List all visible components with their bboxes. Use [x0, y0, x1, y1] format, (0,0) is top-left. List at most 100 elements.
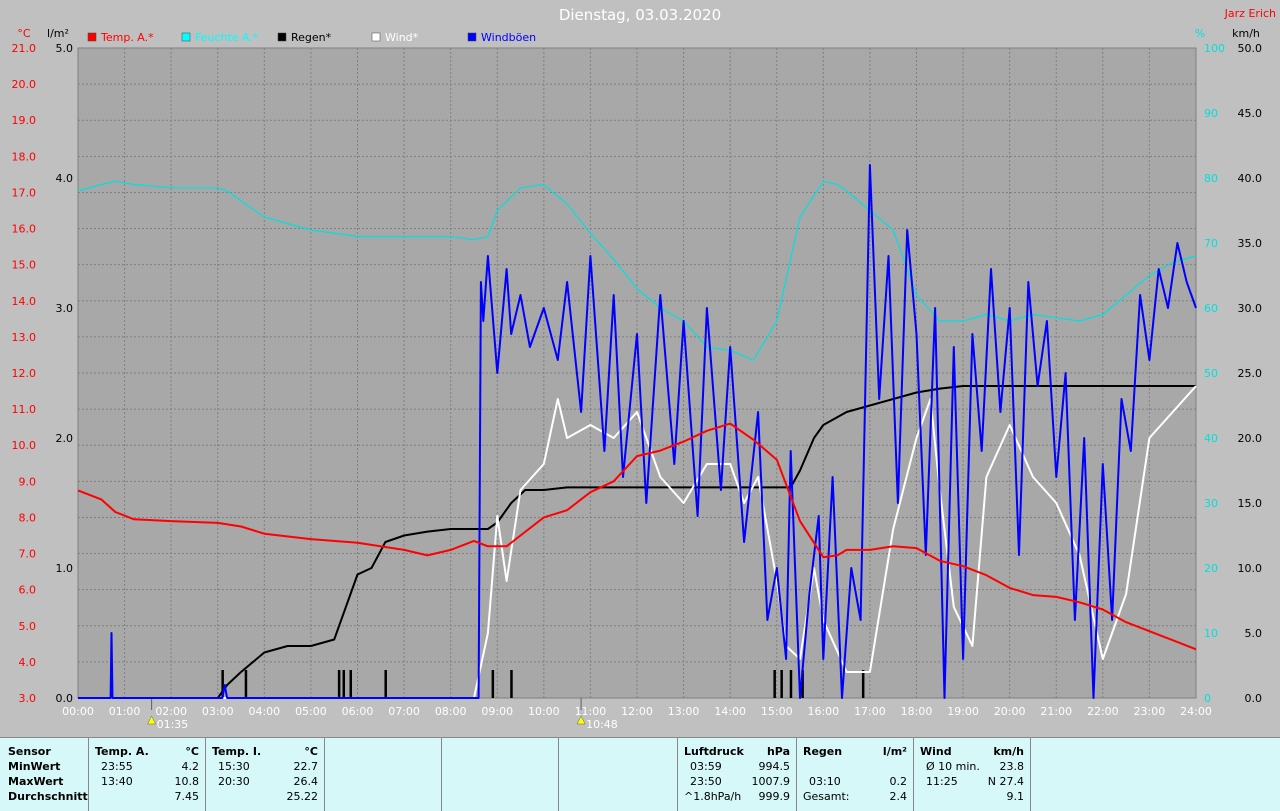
wind-tick-label: 20.0 [1238, 432, 1263, 445]
x-tick-label: 21:00 [1040, 705, 1072, 718]
wind-unit-label: km/h [1232, 27, 1260, 40]
legend-label: Feuchte A.* [195, 31, 259, 44]
temp-tick-label: 17.0 [12, 186, 37, 199]
wind-tick-label: 25.0 [1238, 367, 1263, 380]
temp-tick-label: 12.0 [12, 367, 37, 380]
temp-tick-label: 21.0 [12, 42, 37, 55]
rain-bar [773, 670, 776, 698]
rain-bar [337, 670, 341, 698]
stats-empty-col-2 [442, 738, 559, 811]
stats-rain-title: Regen [803, 745, 843, 758]
stats-rain-col: Regen l/m² 03:10 0.2 Gesamt: 2.4 [797, 738, 914, 811]
stats-rain-max: 0.2 [889, 775, 908, 788]
wind-tick-label: 5.0 [1245, 627, 1263, 640]
x-tick-label: 18:00 [901, 705, 933, 718]
stats-pressure-unit: hPa [766, 745, 790, 758]
humidity-tick-label: 90 [1204, 107, 1218, 120]
stats-wind-avg: 9.1 [1006, 790, 1025, 803]
humidity-tick-label: 80 [1204, 172, 1218, 185]
wind-tick-label: 30.0 [1238, 302, 1263, 315]
legend-swatch [181, 32, 191, 42]
wind-tick-label: 45.0 [1238, 107, 1263, 120]
temp-tick-label: 9.0 [19, 475, 37, 488]
stats-pressure-col: Luftdruck hPa 03:59 994.5 23:50 1007.9 ^… [678, 738, 797, 811]
legend-swatch [277, 32, 287, 42]
stats-rain-total-label: Gesamt: [803, 790, 850, 803]
stats-temp-i-max: 26.4 [293, 775, 319, 788]
humidity-tick-label: 30 [1204, 497, 1218, 510]
chart-title: Dienstag, 03.03.2020 [559, 6, 721, 24]
x-tick-label: 09:00 [481, 705, 513, 718]
temp-tick-label: 10.0 [12, 439, 37, 452]
x-tick-label: 04:00 [248, 705, 280, 718]
stats-temp-a-max: 10.8 [174, 775, 200, 788]
x-tick-label: 01:00 [109, 705, 141, 718]
x-tick-label: 13:00 [668, 705, 700, 718]
rain-bar [861, 670, 865, 698]
rain-bar [780, 670, 783, 698]
rain-bar [342, 670, 346, 698]
stats-temp-i-unit: °C [304, 745, 318, 758]
x-tick-label: 24:00 [1180, 705, 1212, 718]
temp-tick-label: 13.0 [12, 331, 37, 344]
rain-bar [384, 670, 387, 698]
weather-chart: Dienstag, 03.03.2020 Jarz Erich °C l/m² … [0, 0, 1280, 737]
humidity-tick-label: 70 [1204, 237, 1218, 250]
x-tick-label: 17:00 [854, 705, 886, 718]
stats-rain-total: 2.4 [889, 790, 908, 803]
stats-wind-max-time: 11:25 [926, 775, 958, 788]
temp-tick-label: 16.0 [12, 223, 37, 236]
stats-temp-a-avg: 7.45 [174, 790, 200, 803]
wind-tick-label: 0.0 [1245, 692, 1263, 705]
legend-label: Wind* [385, 31, 419, 44]
stats-rain-unit: l/m² [882, 745, 907, 758]
humidity-tick-label: 100 [1204, 42, 1225, 55]
stats-pressure-trend: ^1.8hPa/h [684, 790, 742, 803]
stats-temp-i-title: Temp. I. [212, 745, 262, 758]
stats-temp-a-col: Temp. A. °C 23:55 4.2 13:40 10.8 7.45 [89, 738, 206, 811]
stats-pressure-max-time: 23:50 [690, 775, 722, 788]
temp-tick-label: 20.0 [12, 78, 37, 91]
rain-tick-label: 1.0 [56, 562, 74, 575]
stats-sensor-title: Sensor [8, 745, 51, 758]
rain-bar [349, 670, 353, 698]
temp-tick-label: 15.0 [12, 259, 37, 272]
author-label: Jarz Erich [1224, 7, 1276, 20]
stats-empty-col-1 [325, 738, 442, 811]
stats-wind-max: N 27.4 [987, 775, 1024, 788]
rain-bar [510, 670, 513, 698]
x-tick-label: 19:00 [947, 705, 979, 718]
rain-tick-label: 2.0 [56, 432, 74, 445]
x-tick-label: 00:00 [62, 705, 94, 718]
temp-tick-label: 11.0 [12, 403, 37, 416]
rain-bar [789, 670, 793, 698]
humidity-tick-label: 0 [1204, 692, 1211, 705]
x-tick-label: 07:00 [388, 705, 420, 718]
legend-swatch [467, 32, 477, 42]
stats-pressure-max: 1007.9 [751, 775, 791, 788]
temp-tick-label: 8.0 [19, 511, 37, 524]
stats-temp-i-min: 22.7 [293, 760, 319, 773]
x-tick-label: 20:00 [994, 705, 1026, 718]
rain-tick-label: 4.0 [56, 172, 74, 185]
stats-wind-title: Wind [920, 745, 952, 758]
stats-label-max: MaxWert [8, 775, 64, 788]
x-tick-label: 11:00 [575, 705, 607, 718]
stats-wind-unit: km/h [993, 745, 1024, 758]
wind-tick-label: 15.0 [1238, 497, 1263, 510]
humidity-unit-label: % [1195, 27, 1205, 40]
temp-tick-label: 4.0 [19, 656, 37, 669]
wind-tick-label: 35.0 [1238, 237, 1263, 250]
x-tick-label: 22:00 [1087, 705, 1119, 718]
wind-tick-label: 50.0 [1238, 42, 1263, 55]
x-tick-label: 12:00 [621, 705, 653, 718]
legend-label: Temp. A.* [100, 31, 154, 44]
stats-empty-col-3 [559, 738, 678, 811]
stats-temp-a-min: 4.2 [181, 760, 200, 773]
stats-wind-avg10: 23.8 [999, 760, 1025, 773]
marker-label: 01:35 [157, 718, 189, 731]
stats-label-min: MinWert [8, 760, 61, 773]
stats-temp-a-unit: °C [185, 745, 199, 758]
x-tick-label: 03:00 [202, 705, 234, 718]
humidity-tick-label: 40 [1204, 432, 1218, 445]
